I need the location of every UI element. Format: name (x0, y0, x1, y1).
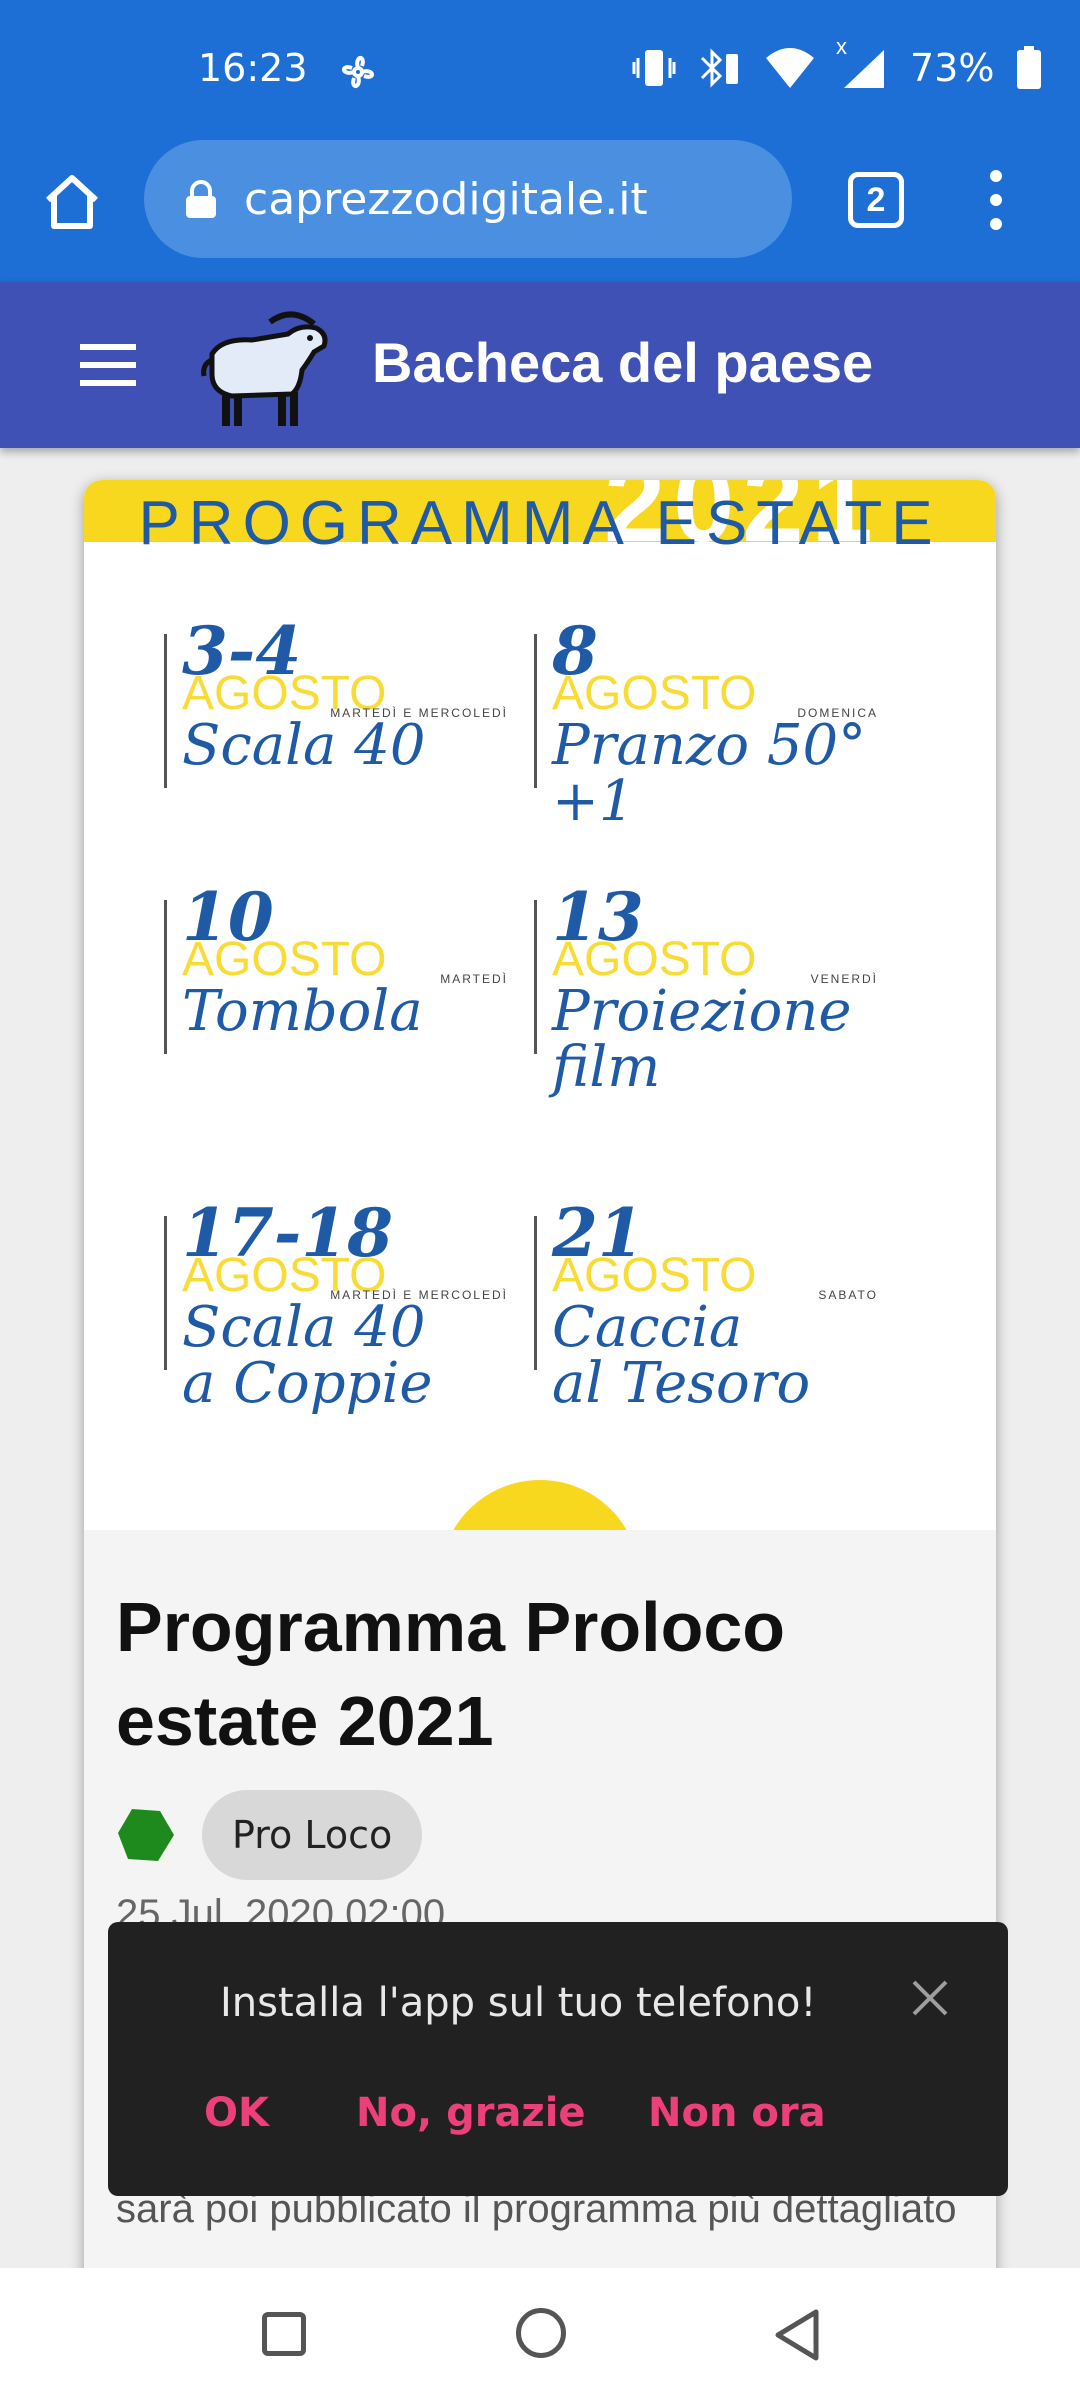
event-date: 13 (552, 878, 644, 956)
install-app-snackbar: Installa l'app sul tuo telefono! OK No, … (108, 1922, 1008, 2196)
tab-switcher-button[interactable]: 2 (848, 172, 904, 228)
event-divider (164, 900, 167, 1054)
post-tag-row: Pro Loco (116, 1790, 423, 1880)
bluetooth-battery-icon (700, 48, 738, 88)
system-icons: x 73% (632, 34, 1042, 90)
post-title: Programma Proloco estate 2021 (116, 1588, 786, 1760)
event-date: 21 (552, 1194, 644, 1272)
event-divider (534, 634, 537, 788)
event-divider (164, 634, 167, 788)
event-divider (534, 1216, 537, 1370)
event-divider (534, 900, 537, 1054)
poster-image: 2021 PROGRAMMA ESTATE AGOSTO 3-4 MARTEDÌ… (84, 480, 996, 1530)
wifi-icon (766, 48, 814, 88)
ok-button[interactable]: OK (204, 2090, 269, 2136)
back-icon[interactable] (770, 2308, 826, 2362)
status-bar: 16:23 x 73% (0, 0, 1080, 140)
app-header: Bacheca del paese (0, 282, 1080, 448)
page-title: Bacheca del paese (372, 331, 874, 394)
event-name: Scala 40 a Coppie (182, 1295, 433, 1416)
battery-percent: 73% (910, 46, 995, 90)
event-date: 3-4 (182, 612, 302, 690)
recents-button[interactable] (262, 2312, 306, 2356)
no-thanks-button[interactable]: No, grazie (356, 2090, 586, 2136)
category-chip[interactable]: Pro Loco (202, 1790, 423, 1880)
cell-signal-icon: x (836, 34, 888, 90)
event-date: 10 (182, 878, 274, 956)
category-color-icon (118, 1809, 174, 1861)
event-name: Pranzo 50°+1 (552, 713, 867, 834)
lock-icon (186, 180, 216, 218)
close-icon[interactable] (908, 1976, 952, 2020)
battery-icon (1017, 46, 1042, 89)
event-date: 8 (552, 612, 598, 690)
event-divider (164, 1216, 167, 1370)
home-button[interactable] (516, 2308, 566, 2358)
address-bar[interactable]: caprezzodigitale.it (144, 140, 792, 258)
event-name: Caccia al Tesoro (552, 1295, 811, 1416)
status-time: 16:23 (198, 46, 308, 90)
event-name: Proiezione film (552, 979, 852, 1100)
category-label: Pro Loco (232, 1813, 393, 1857)
fan-icon (342, 56, 374, 88)
system-navigation-bar (0, 2268, 1080, 2400)
event-name: Scala 40 (182, 713, 426, 778)
poster-title: PROGRAMMA ESTATE (138, 489, 942, 558)
snackbar-message: Installa l'app sul tuo telefono! (220, 1980, 817, 2026)
more-options-icon[interactable] (978, 168, 1014, 232)
not-now-button[interactable]: Non ora (648, 2090, 826, 2136)
goat-logo (201, 311, 328, 426)
vibrate-icon (632, 50, 676, 86)
poster-sun-emblem (440, 1480, 640, 1530)
browser-toolbar: caprezzodigitale.it 2 (0, 140, 1080, 282)
home-icon[interactable] (40, 170, 104, 234)
event-name: Tombola (182, 979, 423, 1044)
tab-count: 2 (866, 180, 886, 219)
network-badge: x (836, 34, 847, 59)
event-date: 17-18 (182, 1194, 394, 1272)
hamburger-menu-icon[interactable] (80, 344, 136, 386)
url-text: caprezzodigitale.it (244, 173, 648, 225)
